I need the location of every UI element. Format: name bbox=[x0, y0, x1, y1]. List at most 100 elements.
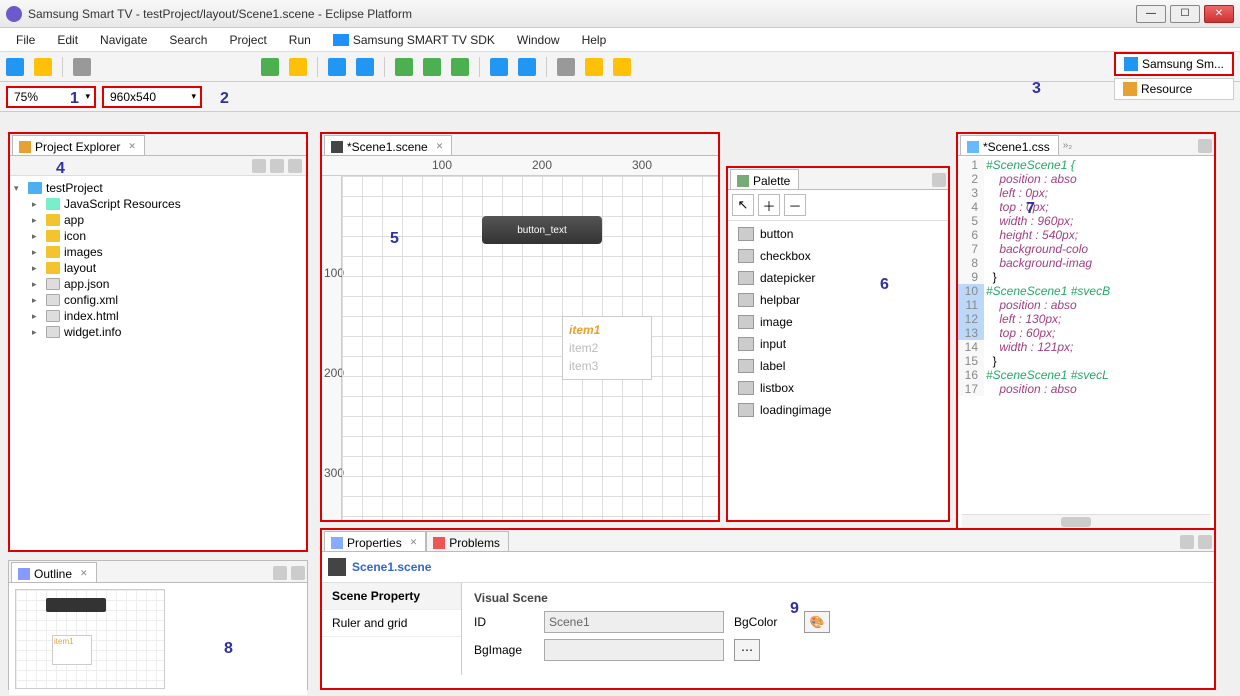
ruler-grid-category[interactable]: Ruler and grid bbox=[322, 610, 461, 637]
line-number: 9 bbox=[958, 270, 984, 284]
tree-item[interactable]: ▸JavaScript Resources bbox=[32, 196, 302, 212]
perspective-samsung[interactable]: Samsung Sm... bbox=[1114, 52, 1234, 76]
toolbar-icon[interactable] bbox=[423, 58, 441, 76]
folder-icon bbox=[46, 214, 60, 226]
canvas-list-widget[interactable]: item1 item2 item3 bbox=[562, 316, 652, 380]
chevron-right-icon[interactable] bbox=[932, 173, 946, 187]
tree-item[interactable]: ▸layout bbox=[32, 260, 302, 276]
list-item[interactable]: item1 bbox=[567, 321, 647, 339]
maximize-button[interactable]: ☐ bbox=[1170, 5, 1200, 23]
palette-item-helpbar[interactable]: helpbar bbox=[730, 289, 946, 311]
toolbar-icon[interactable] bbox=[518, 58, 536, 76]
zoom-in-tool[interactable]: ＋ bbox=[758, 194, 780, 216]
perspective-resource[interactable]: Resource bbox=[1114, 78, 1234, 100]
run-icon[interactable] bbox=[261, 58, 279, 76]
project-explorer-tab[interactable]: Project Explorer✕ bbox=[12, 135, 145, 155]
menu-sdk[interactable]: Samsung SMART TV SDK bbox=[323, 30, 505, 50]
tree-item[interactable]: ▸widget.info bbox=[32, 324, 302, 340]
new-icon[interactable] bbox=[6, 58, 24, 76]
minimize-icon[interactable] bbox=[1198, 139, 1212, 153]
datepicker-icon bbox=[738, 271, 754, 285]
zoom-combo[interactable]: 75% bbox=[6, 86, 96, 108]
code-text: left : 0px; bbox=[984, 186, 1214, 200]
back-icon[interactable] bbox=[585, 58, 603, 76]
resolution-combo[interactable]: 960x540 bbox=[102, 86, 202, 108]
scene-canvas[interactable]: button_text item1 item2 item3 bbox=[342, 176, 718, 520]
list-item[interactable]: item3 bbox=[567, 357, 647, 375]
project-explorer-panel: Project Explorer✕ ▾testProject ▸JavaScri… bbox=[8, 132, 308, 552]
palette-tab[interactable]: Palette bbox=[730, 169, 799, 189]
outline-tab[interactable]: Outline✕ bbox=[11, 562, 97, 582]
palette-item-datepicker[interactable]: datepicker bbox=[730, 267, 946, 289]
close-icon[interactable]: ✕ bbox=[410, 537, 418, 548]
tree-item[interactable]: ▸app bbox=[32, 212, 302, 228]
menu-navigate[interactable]: Navigate bbox=[90, 30, 157, 50]
toolbar-icon[interactable] bbox=[328, 58, 346, 76]
close-icon[interactable]: ✕ bbox=[436, 141, 444, 152]
palette-item-image[interactable]: image bbox=[730, 311, 946, 333]
palette-item-listbox[interactable]: listbox bbox=[730, 377, 946, 399]
toolbar-icon[interactable] bbox=[395, 58, 413, 76]
minimize-icon[interactable] bbox=[291, 566, 305, 580]
tree-item[interactable]: ▸icon bbox=[32, 228, 302, 244]
menu-edit[interactable]: Edit bbox=[47, 30, 88, 50]
list-item[interactable]: item2 bbox=[567, 339, 647, 357]
folder-icon bbox=[46, 230, 60, 242]
toolbar-icon[interactable] bbox=[451, 58, 469, 76]
css-editor-tab[interactable]: *Scene1.css bbox=[960, 135, 1059, 155]
close-icon[interactable]: ✕ bbox=[80, 568, 88, 579]
tree-root[interactable]: ▾testProject bbox=[14, 180, 302, 196]
bgimage-browse-button[interactable]: ⋯ bbox=[734, 639, 760, 661]
view-menu-icon[interactable] bbox=[1198, 535, 1212, 549]
menu-run[interactable]: Run bbox=[279, 30, 321, 50]
zoom-out-tool[interactable]: － bbox=[784, 194, 806, 216]
menu-help[interactable]: Help bbox=[572, 30, 617, 50]
pin-icon[interactable] bbox=[1180, 535, 1194, 549]
tree-item[interactable]: ▸app.json bbox=[32, 276, 302, 292]
collapse-all-icon[interactable] bbox=[252, 159, 266, 173]
menu-file[interactable]: File bbox=[6, 30, 45, 50]
outline-preview[interactable]: item1 bbox=[9, 583, 307, 695]
close-button[interactable]: ✕ bbox=[1204, 5, 1234, 23]
view-menu-icon[interactable] bbox=[273, 566, 287, 580]
label-icon bbox=[738, 359, 754, 373]
code-area[interactable]: 1#SceneScene1 {2 position : abso3 left :… bbox=[958, 156, 1214, 398]
pointer-tool[interactable]: ↖ bbox=[732, 194, 754, 216]
bgimage-input[interactable] bbox=[544, 639, 724, 661]
toolbar-icon[interactable] bbox=[356, 58, 374, 76]
link-editor-icon[interactable] bbox=[270, 159, 284, 173]
palette-item-label[interactable]: label bbox=[730, 355, 946, 377]
toolbar-icon[interactable] bbox=[490, 58, 508, 76]
menu-project[interactable]: Project bbox=[219, 30, 276, 50]
horizontal-scrollbar[interactable] bbox=[962, 514, 1210, 528]
ruler-vertical: 100 200 300 bbox=[322, 176, 342, 520]
palette-item-checkbox[interactable]: checkbox bbox=[730, 245, 946, 267]
project-icon bbox=[28, 182, 42, 194]
palette-item-button[interactable]: button bbox=[730, 223, 946, 245]
code-text: height : 540px; bbox=[984, 228, 1214, 242]
minimize-button[interactable]: — bbox=[1136, 5, 1166, 23]
toolbar-icon[interactable] bbox=[73, 58, 91, 76]
canvas-button-widget[interactable]: button_text bbox=[482, 216, 602, 244]
loadingimage-icon bbox=[738, 403, 754, 417]
properties-tab[interactable]: Properties✕ bbox=[324, 531, 426, 551]
bgcolor-picker-button[interactable]: 🎨 bbox=[804, 611, 830, 633]
tree-item[interactable]: ▸images bbox=[32, 244, 302, 260]
toolbar-icon[interactable] bbox=[557, 58, 575, 76]
close-icon[interactable]: ✕ bbox=[128, 141, 136, 152]
line-number: 15 bbox=[958, 354, 984, 368]
forward-icon[interactable] bbox=[613, 58, 631, 76]
tree-item[interactable]: ▸config.xml bbox=[32, 292, 302, 308]
menu-search[interactable]: Search bbox=[159, 30, 217, 50]
palette-item-loadingimage[interactable]: loadingimage bbox=[730, 399, 946, 421]
scene-editor-tab[interactable]: *Scene1.scene✕ bbox=[324, 135, 452, 155]
id-input[interactable]: Scene1 bbox=[544, 611, 724, 633]
scene-property-category[interactable]: Scene Property bbox=[322, 583, 461, 610]
problems-tab[interactable]: Problems bbox=[426, 531, 509, 551]
tree-item[interactable]: ▸index.html bbox=[32, 308, 302, 324]
palette-item-input[interactable]: input bbox=[730, 333, 946, 355]
save-icon[interactable] bbox=[34, 58, 52, 76]
menu-window[interactable]: Window bbox=[507, 30, 570, 50]
view-menu-icon[interactable] bbox=[288, 159, 302, 173]
toolbar-icon[interactable] bbox=[289, 58, 307, 76]
